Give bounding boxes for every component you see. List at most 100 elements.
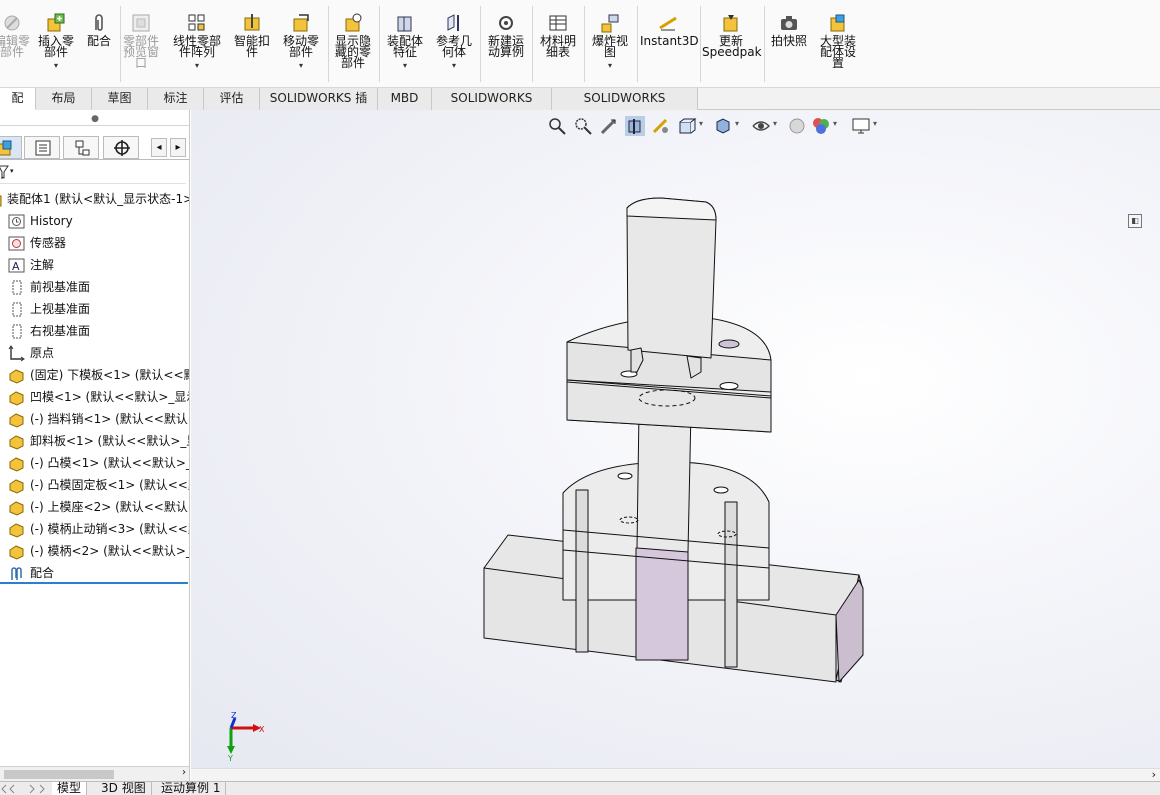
component-preview-button[interactable]: 零部件 预览窗 口 (120, 8, 162, 82)
speedpak-icon (723, 15, 738, 32)
manager-tabs: ◂ ▸ (0, 134, 189, 160)
tree-item-component[interactable]: (-) 凸模<1> (默认<<默认>_显 (0, 452, 189, 474)
tab-solidworks-inspection[interactable]: SOLIDWORKS Inspection (552, 88, 698, 126)
move-component-button[interactable]: 移动零 部件 ▾ (278, 8, 324, 82)
part-icon (9, 501, 24, 516)
snapshot-button[interactable]: 拍快照 (766, 8, 812, 82)
tab-mbd[interactable]: MBD (378, 88, 432, 110)
tree-item-mates[interactable]: 配合 (0, 562, 189, 584)
part-icon (9, 479, 24, 494)
tree-item-component[interactable]: (-) 模柄<2> (默认<<默认>_显 (0, 540, 189, 562)
die-assembly-model[interactable] (191, 110, 1160, 782)
tab-motion-study-1[interactable]: 运动算例 1 (156, 782, 227, 795)
configuration-manager-icon (75, 140, 90, 156)
tab-solidworks-cam[interactable]: SOLIDWORKS CAM (432, 88, 552, 126)
chevron-down-icon[interactable]: ▾ (382, 60, 428, 71)
ribbon-separator (480, 6, 481, 82)
command-manager-ribbon: 编辑零 部件 插入零 部件 ▾ 配合 零部件 预览窗 口 线性零部 件阵列 ▾ … (0, 0, 1160, 88)
tab-configuration-manager[interactable] (63, 136, 99, 159)
axis-y-label: Y (227, 754, 233, 762)
ribbon-separator (584, 6, 585, 82)
origin-icon (8, 345, 25, 362)
reference-geometry-icon (447, 14, 459, 31)
update-speedpak-button[interactable]: 更新 Speedpak (702, 8, 762, 82)
tree-item-front-plane[interactable]: 前视基准面 (0, 276, 189, 298)
chevron-down-icon[interactable]: ▾ (34, 60, 78, 71)
edit-component-button[interactable]: 编辑零 部件 (0, 8, 30, 82)
part-icon (9, 523, 24, 538)
tree-root-assembly[interactable]: 装配体1 (默认<默认_显示状态-1> (0, 188, 189, 210)
show-hidden-components-button[interactable]: 显示隐 藏的零 部件 (330, 8, 376, 82)
tab-evaluate[interactable]: 评估 (204, 88, 260, 110)
tree-item-sensors[interactable]: 传感器 (0, 232, 189, 254)
chevron-down-icon[interactable]: ▾ (278, 60, 324, 71)
tab-sketch[interactable]: 草图 (92, 88, 148, 110)
tree-item-component[interactable]: (-) 挡料销<1> (默认<<默认> (0, 408, 189, 430)
chevron-right-icon[interactable]: › (182, 767, 186, 778)
tree-item-top-plane[interactable]: 上视基准面 (0, 298, 189, 320)
tab-dimxpert-manager[interactable] (103, 136, 139, 159)
scrollbar-thumb[interactable] (4, 770, 114, 779)
chevron-down-icon[interactable]: ▾ (432, 60, 476, 71)
tab-scroll-arrows[interactable] (0, 783, 48, 795)
assembly-icon (0, 195, 2, 207)
tab-layout[interactable]: 布局 (36, 88, 92, 110)
assembly-feature-button[interactable]: 装配体 特征 ▾ (382, 8, 428, 82)
large-assembly-settings-button[interactable]: 大型装 配体设 置 (814, 8, 862, 82)
ribbon-separator (532, 6, 533, 82)
show-hidden-icon (345, 13, 362, 32)
chevron-down-icon[interactable]: ▾ (168, 60, 226, 71)
tree-item-component[interactable]: (固定) 下模板<1> (默认<<默 (0, 364, 189, 386)
tree-item-component[interactable]: 卸料板<1> (默认<<默认>_显 (0, 430, 189, 452)
tree-filter[interactable]: ▾ (0, 162, 186, 184)
tree-item-component[interactable]: 凹模<1> (默认<<默认>_显示 (0, 386, 189, 408)
chevron-right-icon[interactable]: › (1152, 768, 1156, 781)
tab-assembly[interactable]: 配体 (0, 88, 36, 126)
ribbon-separator (700, 6, 701, 82)
tab-scroll-icon (1, 784, 45, 794)
ribbon-separator (637, 6, 638, 82)
chevron-down-icon[interactable]: ▾ (587, 60, 633, 71)
bom-table-icon (549, 15, 567, 31)
svg-text:A: A (12, 260, 20, 273)
tab-3d-views[interactable]: 3D 视图 (96, 782, 152, 795)
large-assembly-icon (830, 14, 845, 32)
part-icon (9, 413, 24, 428)
axis-z-label: Z (231, 711, 237, 720)
tree-item-component[interactable]: (-) 上模座<2> (默认<<默认> (0, 496, 189, 518)
new-motion-study-button[interactable]: 新建运 动算例 (483, 8, 529, 82)
bom-button[interactable]: 材料明 细表 (535, 8, 581, 82)
tree-item-component[interactable]: (-) 模柄止动销<3> (默认<<默 (0, 518, 189, 540)
command-manager-tabs: 配体 布局 草图 标注 评估 SOLIDWORKS 插件 MBD SOLIDWO… (0, 88, 1160, 126)
tree-item-origin[interactable]: 原点 (0, 342, 189, 364)
camera-icon (781, 16, 797, 30)
horizontal-scrollbar[interactable]: › (0, 766, 189, 782)
property-manager-icon (35, 140, 51, 156)
reference-geometry-button[interactable]: 参考几 何体 ▾ (432, 8, 476, 82)
tab-property-manager[interactable] (24, 136, 60, 159)
ribbon-separator (764, 6, 765, 82)
chevron-down-icon: ▾ (10, 167, 14, 175)
tree-item-annotations[interactable]: A 注解 (0, 254, 189, 276)
graphics-area[interactable]: ▾ ▾ ▾ ▾ ▾ ◧ Z X Y › (191, 110, 1160, 782)
insert-component-button[interactable]: 插入零 部件 ▾ (34, 8, 78, 82)
smart-fasteners-button[interactable]: 智能扣 件 (230, 8, 274, 82)
tree-item-component[interactable]: (-) 凸模固定板<1> (默认<<默 (0, 474, 189, 496)
tree-item-right-plane[interactable]: 右视基准面 (0, 320, 189, 342)
linear-pattern-button[interactable]: 线性零部 件阵列 ▾ (168, 8, 226, 82)
chevron-left-icon[interactable]: ◂ (151, 138, 167, 157)
chevron-right-icon[interactable]: ▸ (170, 138, 186, 157)
tab-feature-manager[interactable] (0, 136, 22, 159)
part-icon (9, 545, 24, 560)
pane-grip[interactable]: ● (0, 114, 189, 126)
sensor-icon (8, 236, 25, 251)
tab-markup[interactable]: 标注 (148, 88, 204, 110)
exploded-view-button[interactable]: 爆炸视 图 ▾ (587, 8, 633, 82)
viewport-scrollbar[interactable]: › (191, 768, 1160, 782)
mate-button[interactable]: 配合 (82, 8, 116, 82)
tab-solidworks-addins[interactable]: SOLIDWORKS 插件 (260, 88, 378, 126)
smart-fastener-icon (244, 14, 260, 31)
instant3d-button[interactable]: Instant3D (640, 8, 699, 82)
tree-item-history[interactable]: History (0, 210, 189, 232)
tab-model[interactable]: 模型 (52, 782, 88, 795)
